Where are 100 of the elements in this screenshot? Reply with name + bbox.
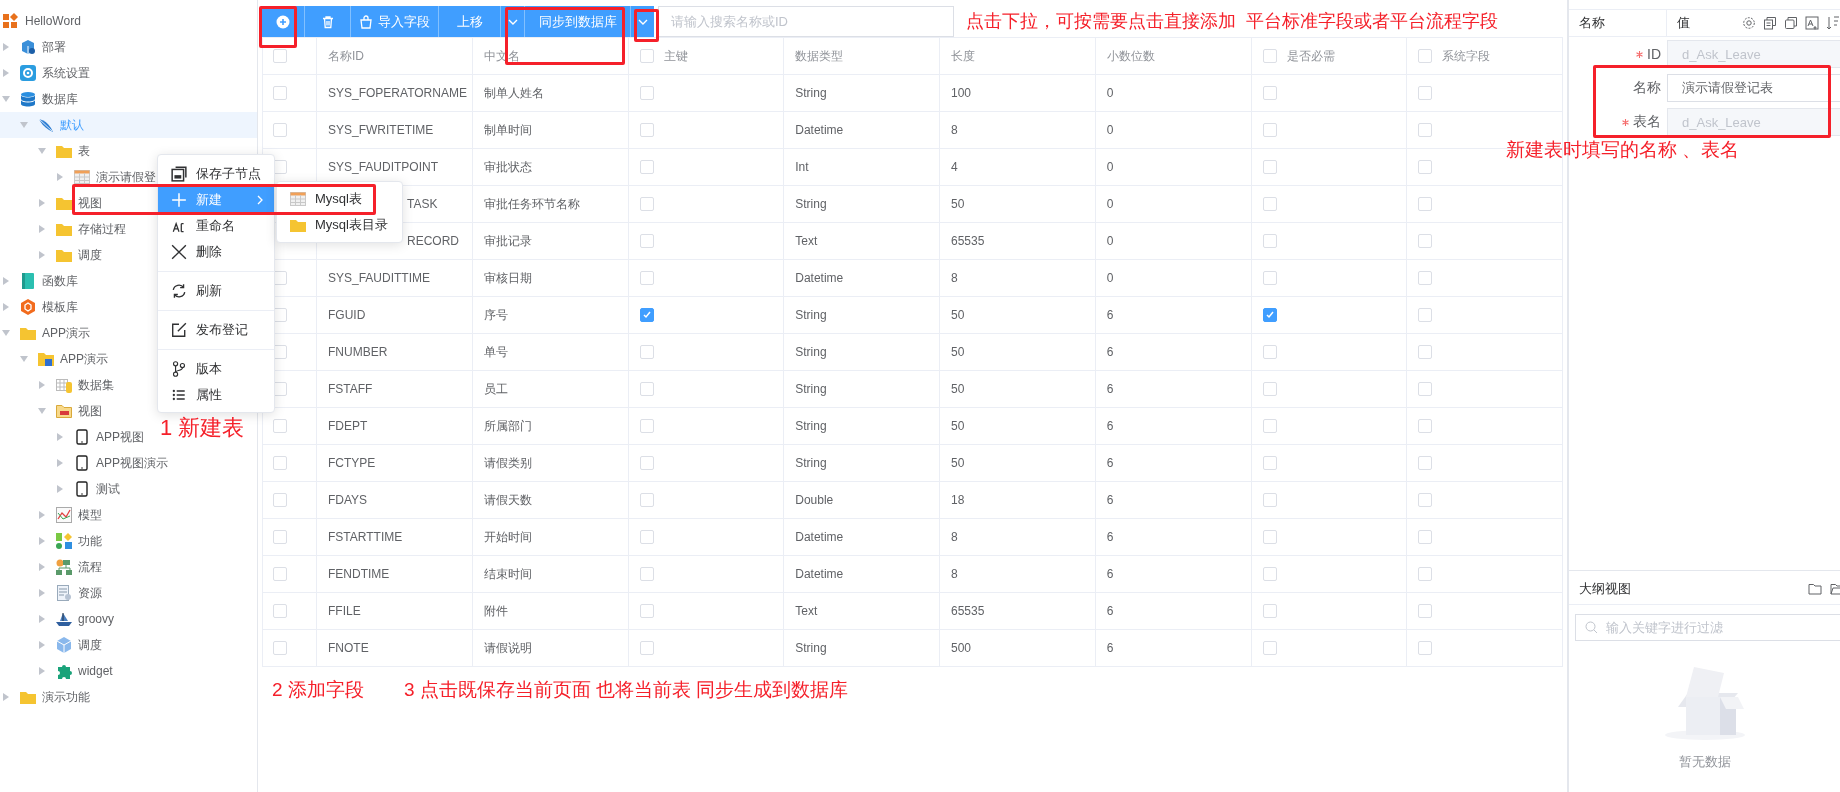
copy-icon[interactable]: [1763, 16, 1777, 30]
checkbox[interactable]: [639, 308, 654, 323]
tree-item[interactable]: APP演示: [0, 320, 96, 346]
tree-item[interactable]: 资源: [0, 580, 108, 606]
field-label: 表名: [1633, 113, 1661, 131]
collapse-arrow-icon[interactable]: [20, 356, 28, 362]
row-checkbox[interactable]: [273, 493, 287, 508]
tree-item[interactable]: groovy: [0, 606, 121, 632]
table-icon: [290, 191, 306, 207]
shapes-icon: [56, 533, 72, 549]
checkmark-icon: [1265, 311, 1274, 320]
menu-item[interactable]: 重命名: [158, 213, 274, 239]
folder-open-icon[interactable]: [1830, 582, 1840, 596]
tree-item[interactable]: 模型: [0, 502, 108, 528]
tree-item[interactable]: 调度: [0, 632, 108, 658]
tree-item[interactable]: 模板库: [0, 294, 84, 320]
tree-item[interactable]: APP视图: [0, 424, 150, 450]
annotation-note: 3 点击既保存当前页面 也将当前表 同步生成到数据库: [404, 678, 849, 702]
table-cell: 50: [939, 370, 1096, 408]
text-add-icon[interactable]: [1805, 16, 1819, 30]
column-header: 名称ID: [316, 37, 473, 75]
row-checkbox[interactable]: [273, 641, 287, 656]
table-cell: 审批任务环节名称: [472, 185, 628, 223]
menu-item[interactable]: 刷新: [158, 278, 274, 304]
table-cell: 8: [939, 518, 1096, 556]
tree-item[interactable]: 视图: [0, 398, 108, 424]
table-cell: String: [783, 185, 940, 223]
expand-arrow-icon[interactable]: [39, 615, 45, 623]
tree-item[interactable]: 视图: [0, 190, 108, 216]
tree-item[interactable]: widget: [0, 658, 119, 684]
menu-item[interactable]: 删除: [158, 239, 274, 265]
text-field[interactable]: 演示请假登记表: [1667, 74, 1840, 102]
tree-item[interactable]: 函数库: [0, 268, 84, 294]
tree-item[interactable]: 数据库: [0, 86, 84, 112]
tree-item[interactable]: HelloWord: [0, 8, 87, 34]
column-header: 名称: [1579, 14, 1605, 32]
tree-item[interactable]: 存储过程: [0, 216, 132, 242]
sort-icon[interactable]: [1826, 16, 1840, 30]
document-icon: [56, 585, 72, 601]
table-cell: String: [783, 629, 940, 667]
expand-arrow-icon[interactable]: [39, 667, 45, 675]
flowchart-icon: [56, 559, 72, 575]
menu-item[interactable]: 发布登记: [158, 317, 274, 343]
expand-arrow-icon[interactable]: [3, 69, 9, 77]
table-cell: String: [783, 444, 940, 482]
expand-arrow-icon[interactable]: [39, 511, 45, 519]
collapse-arrow-icon[interactable]: [2, 96, 10, 102]
table-cell: FDAYS: [316, 481, 473, 519]
row-checkbox[interactable]: [273, 567, 287, 582]
expand-arrow-icon[interactable]: [3, 43, 9, 51]
tree-item[interactable]: 功能: [0, 528, 108, 554]
expand-arrow-icon[interactable]: [3, 303, 9, 311]
expand-arrow-icon[interactable]: [57, 433, 63, 441]
expand-arrow-icon[interactable]: [39, 225, 45, 233]
squares-logo-icon: [3, 13, 19, 29]
collapse-arrow-icon[interactable]: [20, 122, 28, 128]
expand-arrow-icon[interactable]: [57, 173, 63, 181]
tree-item[interactable]: 流程: [0, 554, 108, 580]
expand-arrow-icon[interactable]: [39, 641, 45, 649]
expand-arrow-icon[interactable]: [39, 537, 45, 545]
table-cell: 18: [939, 481, 1096, 519]
row-checkbox[interactable]: [273, 419, 287, 434]
copy-icon[interactable]: [1784, 16, 1798, 30]
expand-arrow-icon[interactable]: [39, 251, 45, 259]
row-checkbox[interactable]: [273, 456, 287, 471]
tree-item[interactable]: 部署: [0, 34, 72, 60]
checkbox[interactable]: [1262, 308, 1277, 323]
collapse-arrow-icon[interactable]: [38, 408, 46, 414]
tree-item[interactable]: 演示功能: [0, 684, 96, 710]
row-checkbox[interactable]: [273, 604, 287, 619]
tree-item[interactable]: 数据集: [0, 372, 120, 398]
tree-item[interactable]: 调度: [0, 242, 108, 268]
tree-item[interactable]: 测试: [0, 476, 126, 502]
search-icon: [1585, 621, 1598, 634]
expand-arrow-icon[interactable]: [3, 277, 9, 285]
search-field[interactable]: 请输入搜索名称或ID: [658, 6, 954, 37]
settings-icon[interactable]: [1742, 16, 1756, 30]
folder-icon[interactable]: [1808, 582, 1822, 596]
grid-icon: [56, 377, 72, 393]
expand-arrow-icon[interactable]: [39, 381, 45, 389]
collapse-arrow-icon[interactable]: [38, 148, 46, 154]
tree-item[interactable]: 表: [0, 138, 96, 164]
collapse-arrow-icon[interactable]: [2, 330, 10, 336]
expand-arrow-icon[interactable]: [57, 459, 63, 467]
row-checkbox[interactable]: [273, 123, 287, 138]
row-checkbox[interactable]: [273, 86, 287, 101]
menu-item[interactable]: 属性: [158, 382, 274, 408]
row-checkbox[interactable]: [273, 530, 287, 545]
panel-title: 大纲视图: [1579, 580, 1631, 598]
expand-arrow-icon[interactable]: [57, 485, 63, 493]
filter-field[interactable]: 输入关键字进行过滤: [1575, 614, 1840, 641]
expand-arrow-icon[interactable]: [39, 563, 45, 571]
tree-item[interactable]: APP演示: [0, 346, 114, 372]
select-all-checkbox[interactable]: [273, 49, 287, 64]
expand-arrow-icon[interactable]: [39, 199, 45, 207]
expand-arrow-icon[interactable]: [3, 693, 9, 701]
tree-item[interactable]: APP视图演示: [0, 450, 174, 476]
tree-item[interactable]: 系统设置: [0, 60, 96, 86]
expand-arrow-icon[interactable]: [39, 589, 45, 597]
menu-item[interactable]: 版本: [158, 356, 274, 382]
